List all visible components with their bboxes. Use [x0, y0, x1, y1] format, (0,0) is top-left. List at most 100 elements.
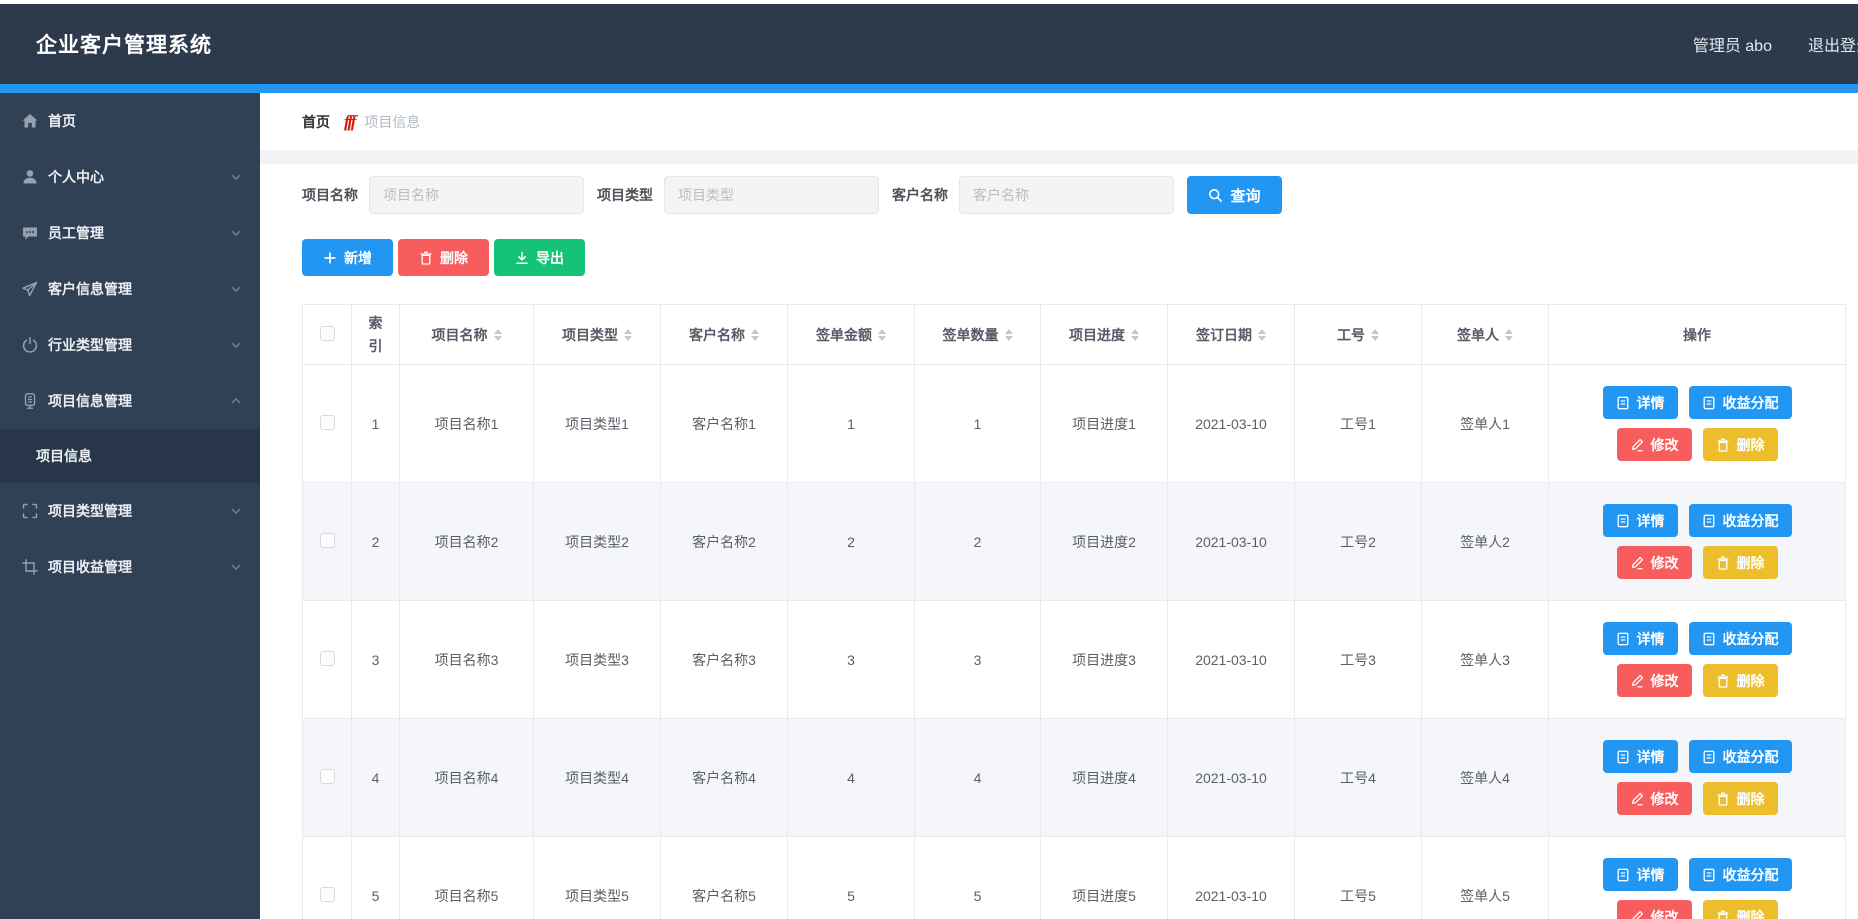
- cell-date: 2021-03-10: [1168, 483, 1295, 601]
- detail-button[interactable]: 详情: [1603, 504, 1678, 537]
- sort-caret-icon[interactable]: [1005, 329, 1013, 341]
- row-checkbox[interactable]: [320, 533, 335, 548]
- sidebar-item-profile[interactable]: 个人中心: [0, 149, 260, 205]
- cell-signer: 签单人1: [1422, 365, 1549, 483]
- current-user-label[interactable]: 管理员 abo: [1693, 32, 1772, 56]
- income-allocation-button[interactable]: 收益分配: [1689, 740, 1792, 773]
- trash-icon: [1716, 674, 1730, 688]
- row-delete-button[interactable]: 删除: [1703, 782, 1778, 815]
- sort-caret-icon[interactable]: [751, 329, 759, 341]
- column-header-date[interactable]: 签订日期: [1168, 305, 1295, 365]
- cell-quantity: 1: [915, 365, 1041, 483]
- projects-table: 索引 项目名称 项目类型 客户名称 签单金额 签单数量 项目进度 签订日期 工号…: [302, 304, 1846, 919]
- add-button[interactable]: 新增: [302, 239, 393, 276]
- sidebar-item-project-info-mgmt[interactable]: 项目信息管理: [0, 373, 260, 429]
- cell-signer: 签单人5: [1422, 837, 1549, 919]
- detail-button[interactable]: 详情: [1603, 740, 1678, 773]
- document-icon: [1702, 514, 1716, 528]
- cell-actions: 详情 收益分配 修改: [1549, 365, 1846, 483]
- row-delete-button-label: 删除: [1737, 435, 1765, 455]
- sidebar-item-customer-info[interactable]: 客户信息管理: [0, 261, 260, 317]
- sidebar-item-project-info[interactable]: 项目信息: [0, 429, 260, 483]
- edit-button[interactable]: 修改: [1617, 428, 1692, 461]
- cell-signer: 签单人3: [1422, 601, 1549, 719]
- row-checkbox[interactable]: [320, 887, 335, 902]
- row-checkbox[interactable]: [320, 651, 335, 666]
- row-checkbox[interactable]: [320, 769, 335, 784]
- detail-button-label: 详情: [1637, 865, 1665, 885]
- income-allocation-button[interactable]: 收益分配: [1689, 622, 1792, 655]
- document-icon: [1616, 750, 1630, 764]
- search-button[interactable]: 查询: [1187, 176, 1282, 214]
- row-delete-button[interactable]: 删除: [1703, 428, 1778, 461]
- cell-worker: 工号1: [1295, 365, 1422, 483]
- edit-button[interactable]: 修改: [1617, 546, 1692, 579]
- project-type-input[interactable]: [664, 176, 879, 214]
- income-allocation-button[interactable]: 收益分配: [1689, 386, 1792, 419]
- breadcrumb-current: 项目信息: [364, 112, 420, 132]
- export-button[interactable]: 导出: [494, 239, 585, 276]
- sort-caret-icon[interactable]: [1371, 329, 1379, 341]
- detail-button[interactable]: 详情: [1603, 858, 1678, 891]
- edit-button[interactable]: 修改: [1617, 900, 1692, 919]
- cell-actions: 详情 收益分配 修改: [1549, 483, 1846, 601]
- logout-link[interactable]: 退出登录: [1808, 32, 1858, 56]
- cell-progress: 项目进度2: [1041, 483, 1168, 601]
- breadcrumb-separator-icon: fff: [344, 112, 354, 132]
- column-header-worker[interactable]: 工号: [1295, 305, 1422, 365]
- detail-button[interactable]: 详情: [1603, 622, 1678, 655]
- add-button-label: 新增: [344, 248, 372, 268]
- column-header-quantity[interactable]: 签单数量: [915, 305, 1041, 365]
- row-select-cell: [303, 483, 352, 601]
- detail-button[interactable]: 详情: [1603, 386, 1678, 419]
- sort-caret-icon[interactable]: [1131, 329, 1139, 341]
- column-header-signer[interactable]: 签单人: [1422, 305, 1549, 365]
- chevron-up-icon: [230, 395, 242, 407]
- breadcrumb-home-link[interactable]: 首页: [302, 112, 330, 132]
- income-allocation-button[interactable]: 收益分配: [1689, 504, 1792, 537]
- sort-caret-icon[interactable]: [878, 329, 886, 341]
- column-header-customer[interactable]: 客户名称: [661, 305, 788, 365]
- table-row: 3 项目名称3 项目类型3 客户名称3 3 3 项目进度3 2021-03-10…: [303, 601, 1846, 719]
- income-allocation-button[interactable]: 收益分配: [1689, 858, 1792, 891]
- sidebar-item-label: 首页: [48, 111, 242, 131]
- column-header-progress[interactable]: 项目进度: [1041, 305, 1168, 365]
- row-delete-button-label: 删除: [1737, 907, 1765, 919]
- row-delete-button[interactable]: 删除: [1703, 546, 1778, 579]
- sidebar-item-project-income-mgmt[interactable]: 项目收益管理: [0, 539, 260, 595]
- filter-label-project-name: 项目名称: [302, 185, 358, 205]
- chevron-down-icon: [230, 227, 242, 239]
- row-delete-button-label: 删除: [1737, 789, 1765, 809]
- delete-button-label: 删除: [440, 248, 468, 268]
- cell-worker: 工号4: [1295, 719, 1422, 837]
- edit-button[interactable]: 修改: [1617, 664, 1692, 697]
- filter-label-project-type: 项目类型: [597, 185, 653, 205]
- row-delete-button[interactable]: 删除: [1703, 900, 1778, 919]
- sidebar-item-project-type-mgmt[interactable]: 项目类型管理: [0, 483, 260, 539]
- sidebar-item-home[interactable]: 首页: [0, 93, 260, 149]
- cell-customer-name: 客户名称2: [661, 483, 788, 601]
- sidebar-item-industry-type[interactable]: 行业类型管理: [0, 317, 260, 373]
- cell-progress: 项目进度5: [1041, 837, 1168, 919]
- sort-caret-icon[interactable]: [494, 329, 502, 341]
- delete-button[interactable]: 删除: [398, 239, 489, 276]
- sidebar-item-staff[interactable]: 员工管理: [0, 205, 260, 261]
- cell-quantity: 3: [915, 601, 1041, 719]
- column-header-type[interactable]: 项目类型: [534, 305, 661, 365]
- select-all-checkbox[interactable]: [320, 326, 335, 341]
- project-name-input[interactable]: [369, 176, 584, 214]
- column-header-name[interactable]: 项目名称: [400, 305, 534, 365]
- pencil-icon: [1630, 792, 1644, 806]
- column-header-amount[interactable]: 签单金额: [788, 305, 915, 365]
- sort-caret-icon[interactable]: [1505, 329, 1513, 341]
- row-checkbox[interactable]: [320, 415, 335, 430]
- customer-name-input[interactable]: [959, 176, 1174, 214]
- edit-button[interactable]: 修改: [1617, 782, 1692, 815]
- cell-customer-name: 客户名称3: [661, 601, 788, 719]
- sort-caret-icon[interactable]: [624, 329, 632, 341]
- sort-caret-icon[interactable]: [1258, 329, 1266, 341]
- row-delete-button[interactable]: 删除: [1703, 664, 1778, 697]
- sidebar-item-label: 员工管理: [48, 223, 230, 243]
- table-row: 4 项目名称4 项目类型4 客户名称4 4 4 项目进度4 2021-03-10…: [303, 719, 1846, 837]
- cell-progress: 项目进度4: [1041, 719, 1168, 837]
